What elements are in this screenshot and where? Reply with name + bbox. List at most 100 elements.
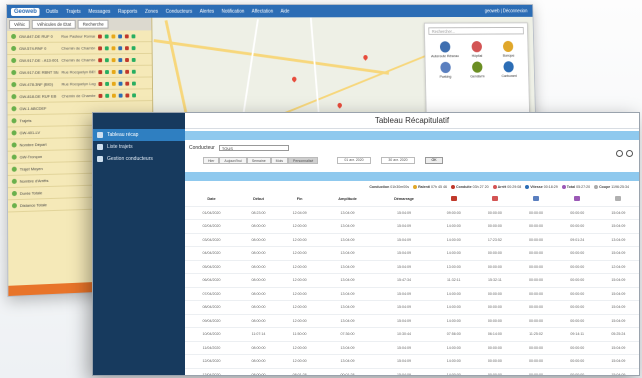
vehicle-action-icon[interactable] — [131, 33, 136, 38]
nav-item[interactable]: Conducteurs — [166, 8, 193, 14]
vehicle-action-icon[interactable] — [111, 81, 116, 86]
nav-item[interactable]: Affectation — [252, 8, 274, 14]
legend-value: 00:29:08 — [507, 185, 522, 189]
vehicle-action-icon[interactable] — [105, 69, 109, 74]
date-from-input[interactable]: 01 avr. 2020 — [337, 157, 371, 164]
sidebar-item[interactable]: Tableau récap — [93, 129, 185, 141]
period-button[interactable]: Personnalisé — [288, 157, 319, 164]
vehicle-action-icon[interactable] — [98, 69, 103, 74]
vehicle-action-icon[interactable] — [118, 69, 123, 74]
sidebar-item-label: Liste trajets — [107, 144, 133, 150]
nav-item[interactable]: Trajets — [66, 8, 81, 14]
vehicle-action-icon[interactable] — [132, 92, 136, 97]
export-icon[interactable] — [616, 150, 623, 157]
user-menu[interactable]: geoweb | Déconnexion — [485, 8, 533, 14]
vehicle-action-icon[interactable] — [131, 69, 136, 74]
nav-item[interactable]: Notification — [222, 8, 245, 14]
vehicle-action-icon[interactable] — [125, 57, 129, 62]
table-cell: 08:00:00 — [237, 259, 280, 274]
table-cell: 15:04:09 — [374, 219, 434, 233]
table-cell: 15:04:09 — [597, 246, 639, 260]
list-item[interactable]: GW-847-DE RUF 0 Rue Pasteur Roman, Paris — [7, 30, 152, 44]
nav-item[interactable]: Messages — [88, 8, 110, 14]
summary-report-window: Tableau récap Liste trajets Gestion conduc… — [92, 112, 640, 376]
print-icon[interactable] — [626, 150, 633, 157]
status-dot-icon — [11, 82, 17, 88]
poi-item[interactable]: Autoroute Réseau — [430, 41, 459, 58]
vehicle-action-icon[interactable] — [118, 45, 123, 50]
vehicle-action-icon[interactable] — [124, 33, 129, 38]
vehicle-action-icon[interactable] — [98, 93, 103, 98]
table-cell: 11/04/2020 — [185, 340, 238, 355]
vehicle-action-icon[interactable] — [131, 81, 136, 86]
vehicle-action-icon[interactable] — [131, 45, 136, 50]
vehicle-address: Chemin de Chambre Basse — [61, 93, 96, 99]
vehicle-action-icon[interactable] — [125, 81, 130, 86]
vehicle-action-icon[interactable] — [98, 34, 102, 39]
table-cell: 14:00:00 — [433, 300, 475, 314]
vehicle-action-icon[interactable] — [104, 34, 109, 38]
nav-item[interactable]: Rapports — [118, 8, 137, 14]
sidebar-item[interactable]: Gestion conducteurs — [93, 153, 185, 165]
sidebar-item[interactable]: Liste trajets — [93, 141, 185, 153]
vehicle-action-icon[interactable] — [125, 69, 130, 74]
sidebar-tab[interactable]: Véhicules de Etat — [31, 19, 77, 29]
vehicle-address — [62, 143, 96, 144]
vehicle-action-icon[interactable] — [111, 33, 116, 38]
column-header — [433, 193, 474, 206]
table-cell: 00:00:00 — [556, 340, 598, 355]
vehicle-action-icon[interactable] — [111, 45, 116, 50]
poi-item[interactable]: Banque — [494, 40, 522, 58]
table-cell: 06/04/2020 — [185, 273, 238, 287]
table-cell: 15:04:09 — [597, 286, 639, 301]
vehicle-name: Trajet Moyen — [19, 166, 43, 172]
vehicle-action-icon[interactable] — [124, 45, 129, 50]
vehicle-action-icon[interactable] — [118, 33, 123, 38]
vehicle-action-icon[interactable] — [118, 57, 123, 62]
vehicle-action-icon[interactable] — [118, 93, 123, 98]
vehicle-action-icon[interactable] — [105, 81, 110, 86]
status-dot-icon — [11, 130, 17, 136]
period-button[interactable]: Semaine — [246, 157, 271, 164]
table-cell: 13:00:00 — [433, 259, 475, 274]
table-cell: 10:30:44 — [374, 327, 434, 341]
status-dot-icon — [11, 94, 17, 100]
table-row: 13/04/2020 08:00:00 08:01:28 00:01:28 15:04:… — [185, 367, 639, 375]
vehicle-action-icon[interactable] — [111, 93, 116, 98]
sidebar-tab[interactable]: Véhic — [9, 19, 31, 29]
vehicle-address — [62, 107, 96, 108]
nav-item[interactable]: Aide — [280, 8, 289, 14]
nav-item[interactable]: Outils — [46, 8, 59, 14]
table-cell: 15:04:09 — [374, 354, 434, 368]
vehicle-action-icon[interactable] — [125, 93, 130, 98]
nav-item[interactable]: Zones — [145, 8, 158, 14]
vehicle-action-icon[interactable] — [98, 81, 103, 86]
period-button[interactable]: Aujourd'hui — [219, 157, 247, 164]
vehicle-action-icon[interactable] — [131, 57, 136, 62]
period-button[interactable]: Mois — [270, 157, 289, 164]
nav-item[interactable]: Alertes — [200, 8, 215, 14]
vehicle-action-icon[interactable] — [118, 81, 123, 86]
driver-select[interactable]: TOUS — [218, 145, 289, 151]
poi-item[interactable]: Parking — [431, 61, 460, 79]
sidebar-item-label: Gestion conducteurs — [107, 156, 153, 162]
poi-search-input[interactable]: Rechercher... — [428, 26, 524, 35]
poi-item[interactable]: Gendarm — [463, 61, 492, 78]
sidebar-tab[interactable]: Recherche — [77, 19, 109, 29]
table-cell: 09:14:11 — [556, 327, 598, 341]
vehicle-action-icon[interactable] — [111, 69, 116, 74]
vehicle-action-icon[interactable] — [105, 93, 110, 98]
vehicle-action-icon[interactable] — [104, 45, 109, 50]
period-button[interactable]: Hier — [203, 157, 220, 164]
vehicle-action-icon[interactable] — [111, 57, 116, 62]
vehicle-action-icon[interactable] — [104, 57, 109, 62]
ok-button[interactable]: OK — [425, 157, 443, 164]
table-cell: 00:00:00 — [556, 219, 598, 233]
table-cell: 13:04:09 — [320, 340, 375, 355]
poi-item[interactable]: Carburant — [495, 61, 524, 78]
vehicle-action-icon[interactable] — [98, 45, 102, 50]
table-cell: 11:50:00 — [279, 327, 321, 341]
date-to-input[interactable]: 30 avr. 2020 — [381, 157, 415, 164]
vehicle-action-icon[interactable] — [98, 57, 103, 62]
poi-item[interactable]: Hôpital — [462, 41, 491, 58]
